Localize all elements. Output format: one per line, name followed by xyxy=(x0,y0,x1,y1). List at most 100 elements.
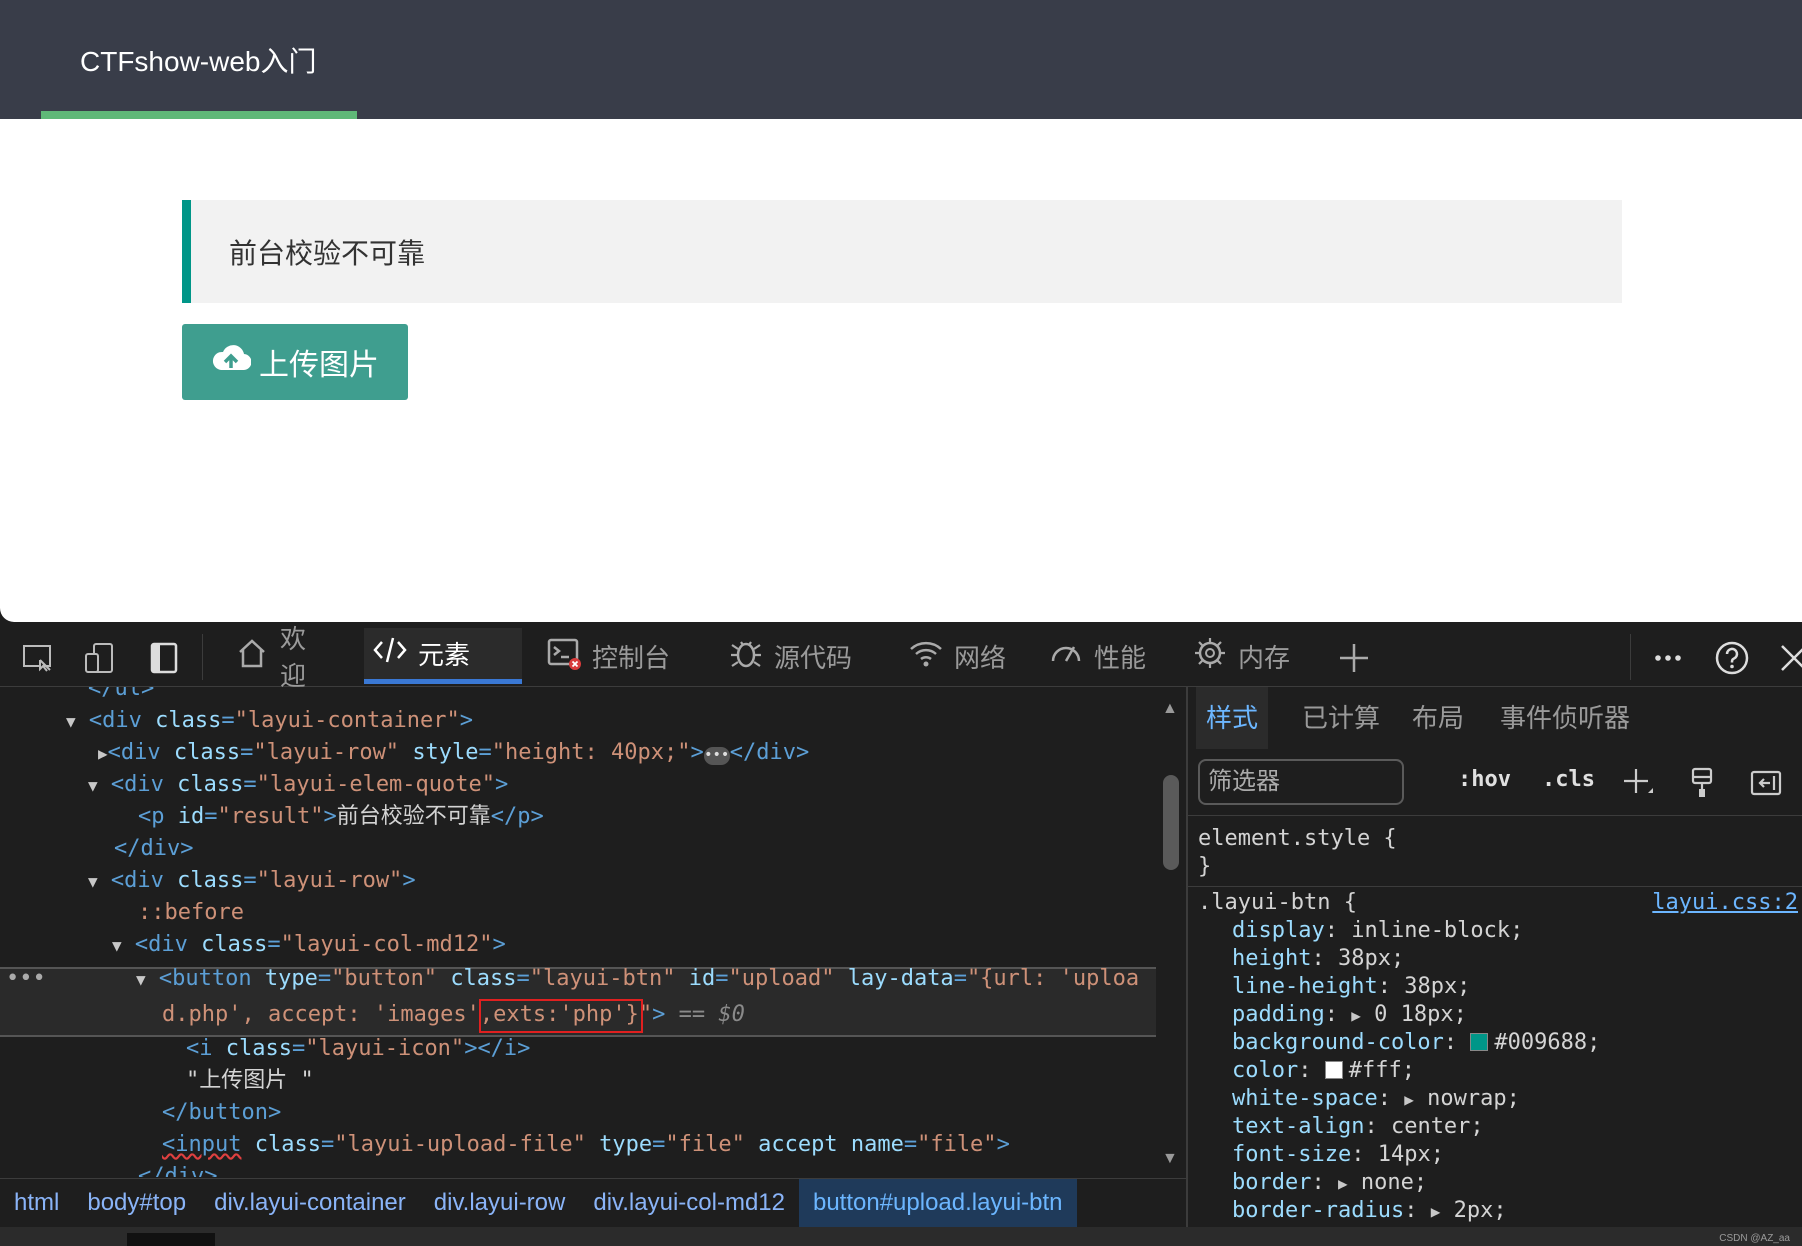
styles-filter-input[interactable] xyxy=(1198,759,1404,805)
rule-selector[interactable]: .layui-btn { xyxy=(1198,889,1357,917)
css-declaration[interactable]: color: #fff; xyxy=(1232,1057,1415,1085)
toolbar-separator xyxy=(1630,634,1631,680)
node-actions-icon[interactable]: ••• xyxy=(6,963,46,995)
attr-name: name xyxy=(850,1132,904,1157)
code-icon xyxy=(372,632,408,675)
tab-computed[interactable]: 已计算 xyxy=(1292,687,1390,749)
tab-welcome[interactable]: 欢迎 xyxy=(226,624,336,691)
css-declaration[interactable]: text-align: center; xyxy=(1232,1113,1484,1141)
attr-name: class xyxy=(173,740,241,765)
scroll-down-icon[interactable]: ▼ xyxy=(1162,1150,1178,1168)
breadcrumb-item[interactable]: div.layui-col-md12 xyxy=(579,1179,799,1227)
dom-line[interactable]: ▼ <div class="layui-container"> xyxy=(66,705,473,737)
expand-triangle-icon[interactable]: ▼ xyxy=(88,776,98,795)
expand-triangle-icon[interactable]: ▶ xyxy=(1431,1202,1441,1221)
bottom-status-strip xyxy=(0,1227,1802,1246)
dom-line[interactable]: </button> xyxy=(162,1097,281,1129)
attr-name: type xyxy=(264,966,318,991)
styles-tabs: 样式 已计算 布局 事件侦听器 xyxy=(1188,687,1802,749)
tab-sources[interactable]: 源代码 xyxy=(720,628,860,684)
breadcrumb-item-active[interactable]: button#upload.layui-btn xyxy=(798,1179,1077,1227)
dom-line[interactable]: ▼ <div class="layui-row"> xyxy=(88,865,416,897)
attr-value: "layui-container" xyxy=(234,708,460,733)
css-declaration[interactable]: background-color: #009688; xyxy=(1232,1029,1600,1057)
tab-network[interactable]: 网络 xyxy=(900,628,1020,684)
color-swatch[interactable] xyxy=(1324,1061,1343,1079)
expand-triangle-icon[interactable]: ▼ xyxy=(112,936,122,955)
attr-name: type xyxy=(599,1132,653,1157)
dom-line[interactable]: </ul> xyxy=(88,687,154,705)
paint-brush-icon[interactable] xyxy=(1684,765,1720,801)
dom-line[interactable]: <p id="result">前台校验不可靠</p> xyxy=(138,801,544,833)
attr-value: "layui-row" xyxy=(253,740,400,765)
breadcrumb-item[interactable]: div.layui-row xyxy=(420,1179,580,1227)
css-declaration[interactable]: border-radius: ▶ 2px; xyxy=(1232,1197,1507,1225)
dom-line[interactable]: ::before xyxy=(138,897,244,929)
device-emulation-icon[interactable] xyxy=(82,640,118,676)
dom-line-selected-continued[interactable]: d.php', accept: 'images',exts:'php'}"> =… xyxy=(162,999,745,1031)
breadcrumb-item[interactable]: div.layui-container xyxy=(200,1179,420,1227)
css-declaration[interactable]: line-height: 38px; xyxy=(1232,973,1470,1001)
tab-elements[interactable]: 元素 xyxy=(364,628,522,684)
css-value: nowrap; xyxy=(1427,1086,1520,1111)
hov-toggle-button[interactable]: :hov xyxy=(1458,767,1511,792)
expand-triangle-icon[interactable]: ▶ xyxy=(1338,1174,1348,1193)
breadcrumb-item[interactable]: body#top xyxy=(73,1179,200,1227)
css-source-link[interactable]: layui.css:2 xyxy=(1652,889,1798,917)
elem-quote: 前台校验不可靠 xyxy=(182,200,1622,303)
expand-triangle-icon[interactable]: ▼ xyxy=(136,970,146,989)
dom-scroll-thumb[interactable] xyxy=(1163,775,1179,870)
close-icon[interactable] xyxy=(1776,640,1802,676)
css-declaration[interactable]: height: 38px; xyxy=(1232,945,1404,973)
expand-triangle-icon[interactable]: ▶ xyxy=(1351,1006,1361,1025)
expand-triangle-icon[interactable]: ▶ xyxy=(1404,1090,1414,1109)
attr-name: id xyxy=(688,966,716,991)
collapsed-triangle-icon[interactable]: ▶ xyxy=(98,744,108,763)
breadcrumb-item[interactable]: html xyxy=(0,1179,73,1227)
add-tab-icon[interactable] xyxy=(1336,640,1372,676)
dock-panel-icon[interactable] xyxy=(146,640,182,676)
new-style-rule-icon[interactable] xyxy=(1620,765,1656,801)
tag-text: <button xyxy=(158,966,252,991)
help-icon[interactable] xyxy=(1714,640,1750,676)
attr-value: "layui-icon" xyxy=(305,1036,465,1061)
dom-line[interactable]: ▼ <div class="layui-col-md12"> xyxy=(112,929,506,961)
scroll-up-icon[interactable]: ▲ xyxy=(1162,700,1178,718)
css-declaration[interactable]: font-size: 14px; xyxy=(1232,1141,1444,1169)
attr-name: accept xyxy=(758,1132,838,1157)
tab-console[interactable]: 控制台 xyxy=(538,628,678,684)
nav-item-ctfshow[interactable]: CTFshow-web入门 xyxy=(80,40,316,80)
inspect-element-icon[interactable] xyxy=(20,640,56,676)
attr-name: style xyxy=(412,740,479,765)
element-style-open[interactable]: element.style { xyxy=(1198,825,1397,853)
ellipsis-icon[interactable]: ••• xyxy=(703,747,730,765)
css-value: #009688; xyxy=(1494,1030,1601,1055)
cls-toggle-button[interactable]: .cls xyxy=(1542,767,1595,792)
dom-line[interactable]: <input class="layui-upload-file" type="f… xyxy=(162,1129,1010,1161)
expand-triangle-icon[interactable]: ▼ xyxy=(88,872,98,891)
expand-triangle-icon[interactable]: ▼ xyxy=(66,712,76,731)
tab-performance[interactable]: 性能 xyxy=(1040,628,1160,684)
dom-line[interactable]: </div> xyxy=(138,1161,217,1177)
css-declaration[interactable]: display: inline-block; xyxy=(1232,917,1523,945)
tab-styles[interactable]: 样式 xyxy=(1196,687,1269,749)
tab-memory[interactable]: 内存 xyxy=(1184,628,1304,684)
attr-value: "upload" xyxy=(728,966,835,991)
dom-line[interactable]: </div> xyxy=(114,833,193,865)
tab-layout[interactable]: 布局 xyxy=(1402,687,1474,749)
more-options-icon[interactable] xyxy=(1650,640,1686,676)
dom-line[interactable]: <i class="layui-icon"></i> xyxy=(186,1033,530,1065)
dom-line[interactable]: ▶<div class="layui-row" style="height: 4… xyxy=(98,737,809,769)
dom-line-selected[interactable]: ▼ <button type="button" class="layui-btn… xyxy=(136,963,1139,995)
upload-image-button[interactable]: 上传图片 xyxy=(182,324,408,400)
dom-scrollbar[interactable] xyxy=(1160,687,1184,1177)
css-declaration[interactable]: padding: ▶ 0 18px; xyxy=(1232,1001,1467,1029)
css-declaration[interactable]: white-space: ▶ nowrap; xyxy=(1232,1085,1520,1113)
tab-event-listeners[interactable]: 事件侦听器 xyxy=(1490,687,1640,749)
dom-line[interactable]: ▼ <div class="layui-elem-quote"> xyxy=(88,769,508,801)
css-declaration[interactable]: border: ▶ none; xyxy=(1232,1169,1427,1197)
toggle-sidebar-icon[interactable] xyxy=(1748,765,1784,801)
dom-line[interactable]: "上传图片 " xyxy=(186,1065,314,1097)
color-swatch[interactable] xyxy=(1470,1033,1489,1051)
horizontal-scroll-thumb[interactable] xyxy=(127,1233,215,1246)
